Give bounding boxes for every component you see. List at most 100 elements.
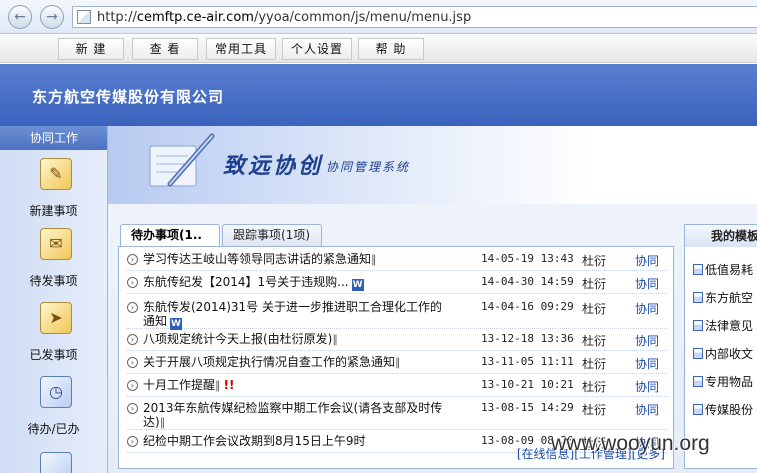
- menu-help[interactable]: 帮 助: [358, 38, 424, 60]
- word-doc-icon: W: [351, 279, 364, 291]
- sidebar-item-new[interactable]: ✎ 新建事项: [0, 158, 107, 230]
- todo-date: 13-11-05 11:11: [481, 355, 574, 368]
- attachment-icon: ∥: [371, 253, 377, 266]
- arrow-circle-icon: ›: [127, 302, 138, 313]
- urgent-icon: !!: [223, 378, 235, 392]
- todo-type-link[interactable]: 协同: [635, 275, 659, 292]
- sidebar-item-more[interactable]: [0, 452, 107, 473]
- todo-type-link[interactable]: 协同: [635, 332, 659, 349]
- todo-sender: 杜衍: [582, 302, 607, 316]
- arrow-circle-icon: ›: [127, 277, 138, 288]
- tab-todo[interactable]: 待办事项(1..: [120, 224, 220, 246]
- document-icon: [693, 264, 703, 275]
- menu-settings[interactable]: 个人设置: [282, 38, 352, 60]
- todo-done-icon: ◷: [40, 376, 72, 408]
- todo-row[interactable]: › 关于开展八项规定执行情况自查工作的紧急通知 ∥ 13-11-05 11:11 杜衍…: [127, 354, 667, 374]
- todo-sender: 杜衍: [582, 277, 607, 291]
- document-icon: [693, 404, 703, 415]
- template-item[interactable]: 低值易耗: [693, 261, 757, 278]
- forward-button[interactable]: →: [40, 5, 64, 29]
- pen-icon: [149, 133, 215, 187]
- todo-date: 13-12-18 13:36: [481, 332, 574, 345]
- todo-date: 14-04-16 09:29: [481, 300, 574, 313]
- document-icon: [693, 348, 703, 359]
- header-banner: 东方航空传媒股份有限公司: [0, 64, 757, 126]
- todo-title-link[interactable]: 东航传发(2014)31号 关于进一步推进职工合理化工作的通知 W: [143, 300, 443, 330]
- sidebar-item-todo[interactable]: ◷ 待办/已办: [0, 376, 107, 448]
- todo-type-link[interactable]: 协同: [635, 355, 659, 372]
- todo-sender: 杜衍: [582, 334, 607, 348]
- template-item[interactable]: 传媒股份: [693, 401, 757, 418]
- template-item[interactable]: 法律意见: [693, 317, 757, 334]
- todo-sender: 杜衍: [582, 254, 607, 268]
- menu-bar: 新 建 查 看 常用工具 个人设置 帮 助: [0, 35, 757, 63]
- template-item[interactable]: 专用物品: [693, 373, 757, 390]
- todo-row[interactable]: › 八项规定统计今天上报(由杜衍原发) ∥ 13-12-18 13:36 杜衍 协同: [127, 331, 667, 351]
- todo-date: 14-04-30 14:59: [481, 275, 574, 288]
- todo-title-link[interactable]: 关于开展八项规定执行情况自查工作的紧急通知 ∥: [143, 355, 443, 370]
- todo-title-link[interactable]: 八项规定统计今天上报(由杜衍原发) ∥: [143, 332, 443, 347]
- arrow-circle-icon: ›: [127, 334, 138, 345]
- todo-sender: 杜衍: [582, 357, 607, 371]
- attachment-icon: ∥: [215, 379, 221, 392]
- attachment-icon: ∥: [159, 416, 166, 429]
- document-icon: [693, 292, 703, 303]
- url-input[interactable]: http://cemftp.ce-air.com/yyoa/common/js/…: [72, 6, 757, 28]
- todo-row[interactable]: › 十月工作提醒 ∥!! 13-10-21 10:21 杜衍 协同: [127, 377, 667, 397]
- sidebar-item-label: 已发事项: [29, 348, 78, 362]
- tab-tracking[interactable]: 跟踪事项(1项): [222, 224, 322, 246]
- watermark: www.wooyun.org: [551, 432, 710, 455]
- main-content: 致远协创 协同管理系统 待办事项(1.. 跟踪事项(1项) › 学习传达王岐山等领…: [108, 126, 757, 473]
- document-icon: [693, 320, 703, 331]
- arrow-circle-icon: ›: [127, 403, 138, 414]
- logo-subtitle: 协同管理系统: [326, 160, 411, 174]
- menu-view[interactable]: 查 看: [132, 38, 198, 60]
- todo-row[interactable]: › 2013年东航传媒纪检监察中期工作会议(请各支部及时传达) ∥ 13-08-15…: [127, 400, 667, 430]
- template-item[interactable]: 东方航空: [693, 289, 757, 306]
- sidebar-item-label: 新建事项: [29, 204, 78, 218]
- sidebar-item-pending[interactable]: ✉ 待发事项: [0, 228, 107, 300]
- todo-type-link[interactable]: 协同: [635, 401, 659, 418]
- sidebar-item-sent[interactable]: ➤ 已发事项: [0, 302, 107, 374]
- todo-title-link[interactable]: 东航传纪发【2014】1号关于违规购... W: [143, 275, 443, 291]
- page-icon: [77, 10, 91, 24]
- todo-date: 13-08-15 14:29: [481, 401, 574, 414]
- arrow-circle-icon: ›: [127, 436, 138, 447]
- company-name: 东方航空传媒股份有限公司: [32, 88, 225, 106]
- todo-row[interactable]: › 学习传达王岐山等领导同志讲话的紧急通知 ∥ 14-05-19 13:43 杜衍 协同: [127, 251, 667, 271]
- arrow-circle-icon: ›: [127, 357, 138, 368]
- word-doc-icon: W: [170, 318, 183, 330]
- arrow-circle-icon: ›: [127, 380, 138, 391]
- sidebar: 协同工作 ✎ 新建事项 ✉ 待发事项 ➤ 已发事项 ◷ 待办/已办: [0, 126, 108, 473]
- template-item[interactable]: 内部收文: [693, 345, 757, 362]
- url-text: http://cemftp.ce-air.com/yyoa/common/js/…: [97, 10, 472, 25]
- todo-date: 14-05-19 13:43: [481, 252, 574, 265]
- todo-date: 13-10-21 10:21: [481, 378, 574, 391]
- sent-items-icon: ➤: [40, 302, 72, 334]
- back-button[interactable]: ←: [8, 5, 32, 29]
- todo-title-link[interactable]: 纪检中期工作会议改期到8月15日上午9时: [143, 434, 443, 448]
- todo-type-link[interactable]: 协同: [635, 300, 659, 317]
- logo-area: 致远协创 协同管理系统: [108, 126, 757, 204]
- todo-sender: 杜衍: [582, 380, 607, 394]
- pending-send-icon: ✉: [40, 228, 72, 260]
- menu-tools[interactable]: 常用工具: [206, 38, 276, 60]
- todo-type-link[interactable]: 协同: [635, 378, 659, 395]
- todo-title-link[interactable]: 十月工作提醒 ∥!!: [143, 378, 443, 393]
- new-item-icon: ✎: [40, 158, 72, 190]
- attachment-icon: ∥: [332, 333, 338, 346]
- todo-row[interactable]: › 东航传纪发【2014】1号关于违规购... W 14-04-30 14:59 杜衍 协…: [127, 274, 667, 294]
- todo-sender: 杜衍: [582, 403, 607, 417]
- address-bar: ← → http://cemftp.ce-air.com/yyoa/common…: [0, 0, 757, 34]
- todo-row[interactable]: › 东航传发(2014)31号 关于进一步推进职工合理化工作的通知 W 14-04-1…: [127, 299, 667, 330]
- todo-type-link[interactable]: 协同: [635, 252, 659, 269]
- menu-new[interactable]: 新 建: [58, 38, 124, 60]
- logo-title: 致远协创: [223, 153, 324, 179]
- sidebar-item-label: 待发事项: [29, 274, 78, 288]
- todo-title-link[interactable]: 2013年东航传媒纪检监察中期工作会议(请各支部及时传达) ∥: [143, 401, 443, 430]
- attachment-icon: ∥: [395, 356, 401, 369]
- document-icon: [693, 376, 703, 387]
- sidebar-header[interactable]: 协同工作: [0, 126, 107, 150]
- todo-title-link[interactable]: 学习传达王岐山等领导同志讲话的紧急通知 ∥: [143, 252, 443, 267]
- arrow-circle-icon: ›: [127, 254, 138, 265]
